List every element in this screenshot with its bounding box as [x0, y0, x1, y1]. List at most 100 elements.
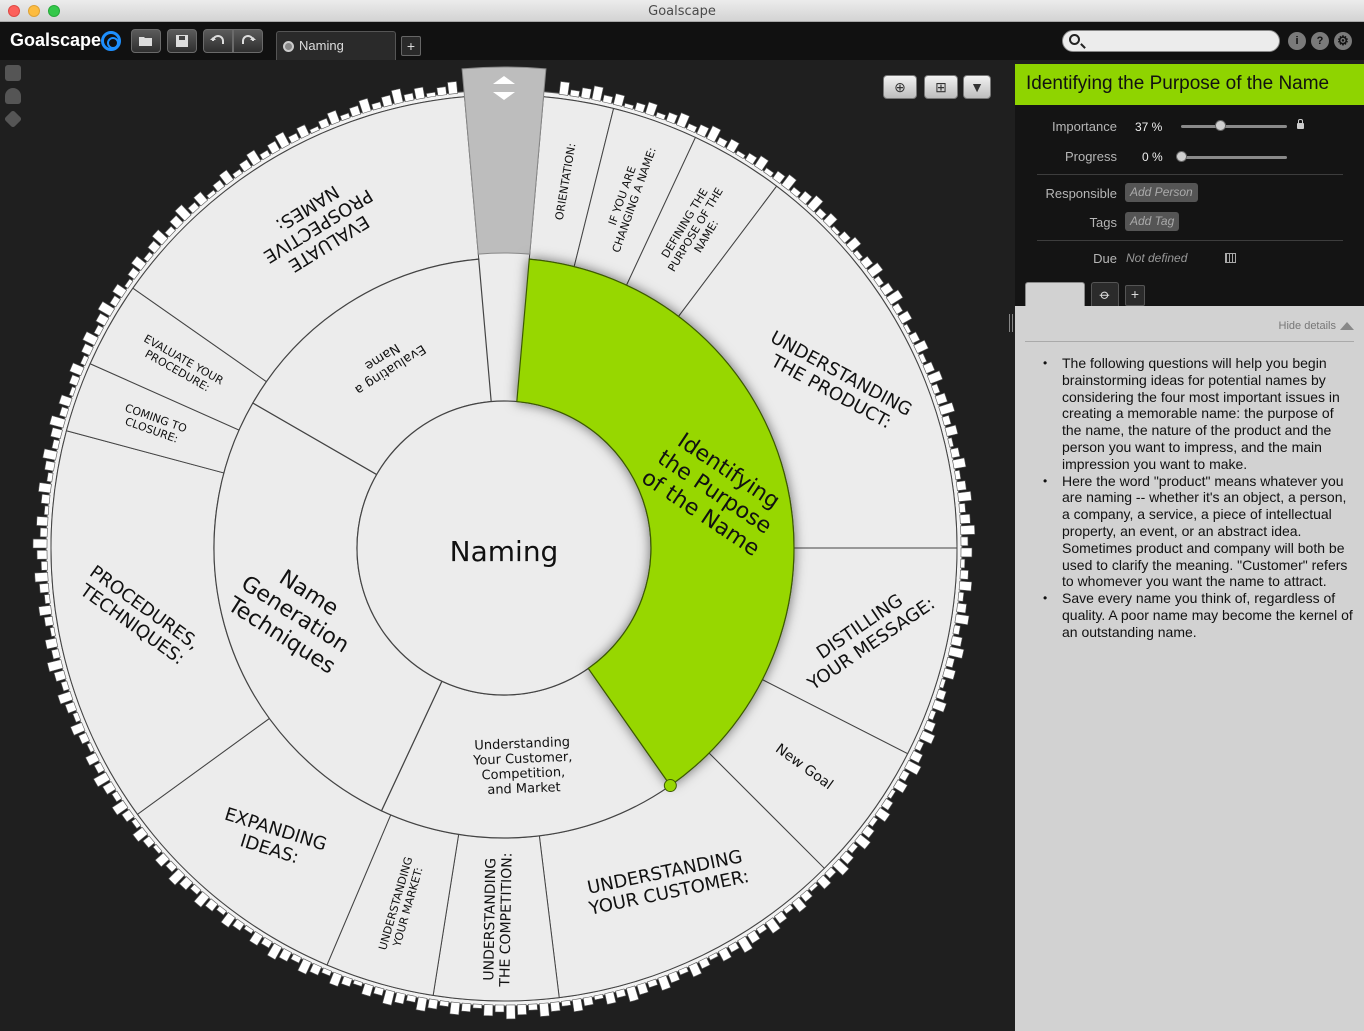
- rim-tick: [403, 92, 415, 103]
- rim-tick: [942, 667, 956, 680]
- rim-tick: [34, 572, 49, 583]
- rim-tick: [561, 999, 572, 1007]
- center-goal-label: Naming: [450, 535, 559, 568]
- goal-label: UNDERSTANDINGTHE COMPETITION:: [481, 852, 515, 988]
- rim-tick: [636, 982, 649, 996]
- hide-details-button[interactable]: Hide details: [1279, 320, 1354, 332]
- progress-slider[interactable]: [1181, 156, 1287, 159]
- rim-tick: [571, 998, 584, 1013]
- goal-label: UnderstandingYour Customer,Competition,a…: [471, 735, 573, 799]
- save-button[interactable]: [167, 29, 197, 53]
- rim-tick: [42, 448, 58, 461]
- rim-tick: [494, 1004, 505, 1013]
- note-bullet: Save every name you think of, regardless…: [1043, 590, 1354, 640]
- rim-tick: [960, 536, 969, 547]
- rim-tick: [413, 86, 426, 100]
- tab-label: Naming: [299, 38, 344, 53]
- add-tab-button[interactable]: +: [401, 36, 421, 56]
- undo-button[interactable]: [203, 29, 233, 53]
- notes-area[interactable]: Hide details The following questions wil…: [1009, 306, 1364, 1031]
- hide-details-label: Hide details: [1278, 320, 1336, 332]
- notes-divider: [1025, 341, 1354, 342]
- tab-naming[interactable]: Naming: [276, 31, 396, 60]
- folder-open-icon: [139, 37, 152, 46]
- rim-tick: [960, 524, 976, 535]
- rim-tick: [461, 1002, 472, 1013]
- rim-tick: [40, 493, 51, 505]
- rim-tick: [427, 998, 439, 1010]
- add-sibling-button[interactable]: ⊕: [883, 75, 917, 99]
- due-label: Due: [1093, 251, 1117, 266]
- rim-tick: [44, 460, 56, 472]
- rim-tick: [44, 594, 51, 605]
- rim-tick: [50, 427, 63, 439]
- add-sibling-icon: ⊕: [894, 79, 906, 95]
- lock-icon[interactable]: [1297, 119, 1304, 129]
- rim-tick: [955, 480, 967, 491]
- importance-value: 37 %: [1135, 120, 1163, 134]
- rim-tick: [931, 699, 947, 713]
- tags-label: Tags: [1089, 215, 1117, 230]
- panel-title: Identifying the Purpose of the Name: [1015, 64, 1364, 105]
- rim-tick: [675, 112, 690, 129]
- redo-icon: [242, 35, 256, 44]
- resize-handle[interactable]: [663, 779, 677, 793]
- rim-tick: [46, 659, 64, 673]
- rim-tick: [32, 538, 48, 549]
- rim-tick: [38, 605, 53, 617]
- save-icon: [176, 35, 188, 47]
- goal-wheel[interactable]: Identifyingthe Purposeof the NameUnderst…: [0, 60, 1010, 1031]
- rim-tick: [449, 1001, 461, 1016]
- paperclip-icon: ⌀: [1096, 285, 1114, 303]
- rim-tick: [447, 81, 458, 95]
- calendar-icon[interactable]: [1225, 253, 1236, 263]
- rim-tick: [944, 424, 959, 437]
- rim-tick: [36, 516, 49, 527]
- rim-tick: [361, 982, 374, 997]
- rim-tick: [36, 549, 48, 560]
- add-tag-button[interactable]: Add Tag: [1125, 212, 1180, 231]
- window-titlebar: Goalscape: [0, 0, 1364, 22]
- rim-tick: [394, 991, 406, 1005]
- rim-tick: [57, 690, 74, 705]
- rim-tick: [49, 415, 66, 429]
- view-menu-button[interactable]: ▼: [963, 75, 991, 99]
- tab-attachments[interactable]: ⌀: [1091, 282, 1119, 306]
- rim-tick: [954, 613, 970, 626]
- info-button[interactable]: i: [1288, 32, 1306, 50]
- add-child-button[interactable]: ⊞: [924, 75, 958, 99]
- goal-label-line: UNDERSTANDING: [481, 858, 499, 981]
- resize-handle[interactable]: [1009, 314, 1013, 332]
- importance-slider-knob[interactable]: [1215, 120, 1227, 131]
- help-button[interactable]: ?: [1311, 32, 1329, 50]
- window-title: Goalscape: [648, 4, 716, 19]
- settings-button[interactable]: ⚙: [1334, 32, 1352, 50]
- due-value[interactable]: Not defined: [1126, 251, 1187, 265]
- importance-slider[interactable]: [1181, 125, 1287, 128]
- divider: [1037, 240, 1343, 241]
- search-input[interactable]: [1062, 30, 1280, 52]
- main-toolbar: Goalscape Naming + i ? ⚙: [0, 22, 1364, 60]
- rim-tick: [957, 591, 965, 602]
- rim-tick: [53, 669, 67, 682]
- rim-tick: [436, 86, 447, 97]
- rim-tick: [960, 558, 966, 569]
- gear-icon: ⚙: [1337, 33, 1349, 48]
- add-note-tab-button[interactable]: +: [1125, 285, 1145, 306]
- open-button[interactable]: [131, 29, 161, 53]
- progress-slider-knob[interactable]: [1176, 151, 1187, 162]
- add-person-button[interactable]: Add Person: [1125, 183, 1198, 202]
- rim-tick: [591, 85, 604, 102]
- rim-tick: [415, 996, 428, 1012]
- rim-tick: [44, 637, 59, 650]
- rim-tick: [949, 447, 961, 459]
- details-panel: Identifying the Purpose of the Name Impo…: [1009, 64, 1364, 1031]
- rim-tick: [382, 989, 395, 1006]
- goal-label-line: THE COMPETITION:: [497, 852, 515, 987]
- rim-tick: [957, 491, 972, 502]
- tab-notes[interactable]: [1025, 282, 1085, 306]
- rim-tick: [613, 93, 626, 107]
- rim-tick: [580, 87, 592, 100]
- rim-tick: [43, 615, 54, 627]
- redo-button[interactable]: [233, 29, 263, 53]
